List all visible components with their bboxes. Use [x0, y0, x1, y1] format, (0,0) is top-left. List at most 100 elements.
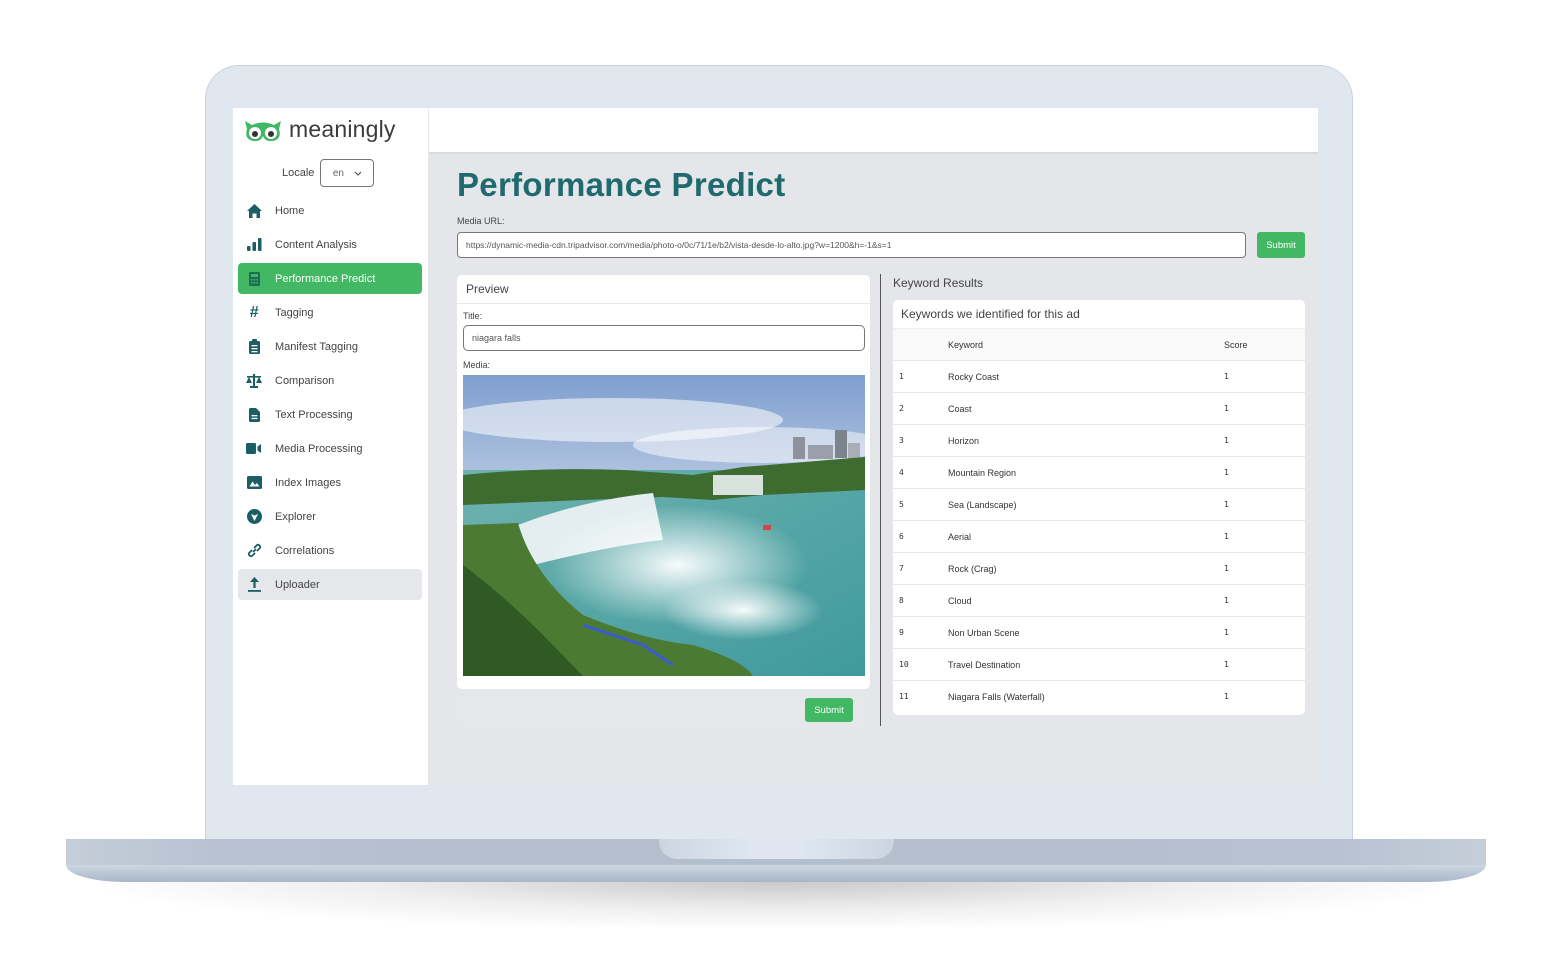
sidebar-nav: Home Content Analysis Performance Predic… [238, 195, 422, 603]
row-keyword: Aerial [948, 520, 1224, 553]
row-index: 5 [893, 488, 948, 521]
preview-card: Preview Title: niagara falls Media: [457, 275, 870, 689]
row-score: 1 [1224, 392, 1305, 425]
sidebar-item-uploader[interactable]: Uploader [238, 569, 422, 600]
row-index: 6 [893, 520, 948, 553]
video-icon [246, 441, 262, 457]
keyword-card-title: Keywords we identified for this ad [893, 300, 1305, 329]
sidebar-item-label: Correlations [275, 544, 335, 557]
row-keyword: Coast [948, 392, 1224, 425]
row-score: 1 [1224, 648, 1305, 681]
sidebar-item-index-images[interactable]: Index Images [238, 467, 422, 498]
hashtag-icon: # [249, 303, 259, 321]
title-value: niagara falls [472, 333, 521, 343]
sidebar-item-label: Index Images [275, 476, 342, 489]
locale-value: en [332, 167, 344, 179]
app-screen: meaningly Locale en Home Content Analysi… [233, 108, 1318, 785]
media-url-label: Media URL: [457, 216, 505, 226]
row-score: 1 [1224, 488, 1305, 521]
row-score: 1 [1224, 456, 1305, 489]
row-index: 3 [893, 424, 948, 457]
sidebar-item-tagging[interactable]: # Tagging [238, 297, 422, 328]
link-icon [246, 543, 262, 559]
row-keyword: Mountain Region [948, 456, 1224, 489]
logo[interactable]: meaningly [243, 116, 396, 143]
top-bar [429, 108, 1318, 154]
locale-label: Locale [282, 167, 315, 179]
sidebar-item-explorer[interactable]: Explorer [238, 501, 422, 532]
clipboard-list-icon [246, 339, 262, 355]
locale-row: Locale en [282, 159, 375, 187]
sidebar-item-media-processing[interactable]: Media Processing [238, 433, 422, 464]
title-input[interactable]: niagara falls [463, 325, 865, 351]
row-keyword: Non Urban Scene [948, 616, 1224, 649]
table-row: 4 Mountain Region 1 [893, 456, 1305, 489]
table-row: 10 Travel Destination 1 [893, 648, 1305, 681]
sidebar-item-correlations[interactable]: Correlations [238, 535, 422, 566]
row-index: 2 [893, 392, 948, 425]
row-score: 1 [1224, 424, 1305, 457]
page-title: Performance Predict [457, 166, 786, 203]
file-text-icon [246, 407, 262, 423]
table-row: 11 Niagara Falls (Waterfall) 1 [893, 681, 1305, 713]
sidebar-item-performance-predict[interactable]: Performance Predict [238, 263, 422, 294]
row-index: 9 [893, 616, 948, 649]
row-index: 8 [893, 584, 948, 617]
table-row: 1 Rocky Coast 1 [893, 360, 1305, 393]
sidebar-item-label: Uploader [275, 578, 320, 591]
title-label: Title: [463, 311, 483, 321]
row-keyword: Rock (Crag) [948, 552, 1224, 585]
row-index: 11 [899, 692, 909, 701]
calculator-icon [246, 271, 262, 287]
laptop-notch [659, 839, 894, 859]
upload-icon [246, 577, 262, 593]
keyword-table: Keyword Score 1 Rocky Coast 1 2 Coast 1 3 Horiz… [893, 329, 1305, 712]
row-keyword: Sea (Landscape) [948, 488, 1224, 521]
chevron-down-icon [354, 171, 362, 176]
column-divider [880, 274, 881, 726]
media-preview-image [463, 375, 865, 676]
sidebar-item-label: Text Processing [275, 408, 353, 421]
keyword-results-title: Keyword Results [893, 276, 984, 290]
sidebar-item-label: Home [275, 204, 305, 217]
sidebar-item-label: Performance Predict [275, 272, 376, 285]
media-url-submit-button[interactable]: Submit [1257, 232, 1305, 258]
row-index: 4 [893, 456, 948, 489]
row-keyword: Cloud [948, 584, 1224, 617]
row-keyword: Niagara Falls (Waterfall) [948, 691, 1045, 702]
explorer-icon [246, 509, 262, 525]
sidebar-item-label: Explorer [275, 510, 316, 523]
column-header-index [893, 329, 948, 361]
row-keyword: Horizon [948, 424, 1224, 457]
row-keyword: Rocky Coast [948, 360, 1224, 393]
sidebar-item-comparison[interactable]: Comparison [238, 365, 422, 396]
row-score: 1 [1224, 360, 1305, 393]
row-index: 10 [893, 648, 948, 681]
media-url-value: https://dynamic-media-cdn.tripadvisor.co… [466, 240, 892, 250]
home-icon [246, 203, 262, 219]
sidebar-item-label: Comparison [275, 374, 335, 387]
row-index: 7 [893, 552, 948, 585]
brand-name: meaningly [289, 116, 396, 142]
keyword-results-card: Keywords we identified for this ad Keywo… [893, 300, 1305, 715]
sidebar-item-home[interactable]: Home [238, 195, 422, 226]
table-header-row: Keyword Score [893, 329, 1305, 361]
sidebar-item-content-analysis[interactable]: Content Analysis [238, 229, 422, 260]
row-score: 1 [1224, 616, 1305, 649]
sidebar-item-label: Media Processing [275, 442, 363, 455]
row-score: 1 [1224, 520, 1305, 553]
sidebar-item-manifest-tagging[interactable]: Manifest Tagging [238, 331, 422, 362]
preview-submit-button[interactable]: Submit [805, 698, 853, 722]
locale-select[interactable]: en [320, 159, 375, 187]
laptop-base-lip [66, 865, 1486, 882]
table-row: 3 Horizon 1 [893, 424, 1305, 457]
row-index: 1 [893, 360, 948, 393]
bar-chart-icon [246, 237, 262, 253]
balance-scale-icon [246, 373, 262, 389]
table-row: 7 Rock (Crag) 1 [893, 552, 1305, 585]
media-url-input[interactable]: https://dynamic-media-cdn.tripadvisor.co… [457, 232, 1246, 258]
row-score: 1 [1224, 692, 1229, 701]
row-score: 1 [1224, 552, 1305, 585]
column-header-keyword: Keyword [948, 329, 1224, 361]
sidebar-item-text-processing[interactable]: Text Processing [238, 399, 422, 430]
